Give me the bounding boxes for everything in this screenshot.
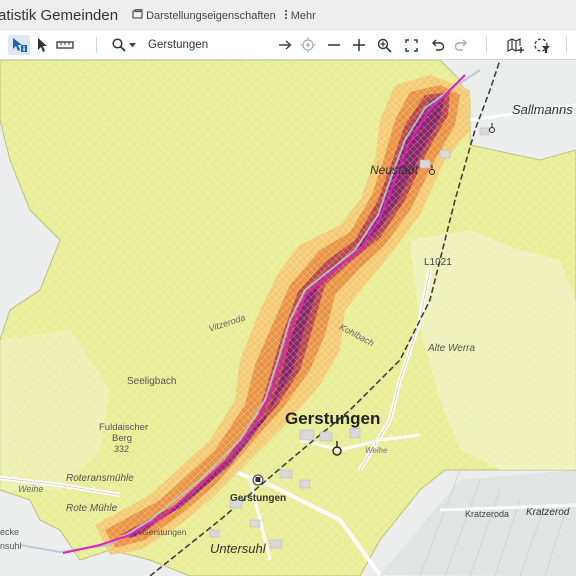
info-select-tool[interactable] [8, 35, 30, 55]
redo-button[interactable] [453, 35, 471, 55]
station-label-gerstungen: Gerstungen [230, 493, 287, 504]
search-input[interactable] [146, 38, 280, 52]
arrow-right-icon [278, 39, 292, 51]
redo-icon [455, 38, 469, 52]
zoom-in-button[interactable] [350, 35, 368, 55]
place-label-rote-muehle: Rote Mühle [66, 503, 118, 514]
place-label-kratzeroda-1: Kratzeroda [465, 509, 510, 519]
ruler-icon [56, 40, 74, 50]
place-label-sallmannshausen: Sallmanns [512, 102, 573, 117]
toolbar-divider [566, 37, 567, 53]
place-label-ecke: ecke [0, 527, 20, 537]
plus-icon [352, 38, 366, 52]
search-dropdown-caret-icon[interactable] [129, 42, 136, 48]
place-label-nsuhl: nsuhl [0, 541, 22, 551]
zoom-magnifier-icon [377, 38, 392, 53]
more-button[interactable]: Mehr [284, 9, 316, 23]
place-label-gerstungen: Gerstungen [285, 409, 381, 428]
map-plus-icon [507, 37, 525, 53]
display-properties-icon [132, 8, 143, 23]
hill-label-berg: Berg [112, 433, 133, 444]
filter-select-button[interactable] [532, 35, 552, 55]
map-toolbar [0, 31, 576, 60]
place-label-roteransmuehle: Roteransmühle [66, 473, 134, 484]
map-canvas[interactable] [0, 60, 576, 576]
display-properties-label: Darstellungseigenschaften [146, 9, 276, 22]
filter-select-icon [533, 37, 551, 54]
app-title: atistik Gemeinden [0, 7, 119, 24]
road-label-weihe: Weihe [18, 484, 44, 494]
zoom-search-button[interactable] [375, 35, 393, 55]
minus-icon [327, 38, 341, 52]
zoom-out-button[interactable] [325, 35, 343, 55]
go-button[interactable] [276, 35, 294, 55]
toolbar-divider [96, 37, 97, 53]
road-label-l1021: L1021 [424, 257, 452, 268]
undo-button[interactable] [428, 35, 446, 55]
select-tool[interactable] [34, 35, 50, 55]
train-station-icon [252, 474, 264, 486]
place-label-neustaedt: Neustädt [370, 163, 419, 177]
place-label-gerstungen-small: Gerstungen [142, 527, 187, 537]
fullscreen-icon [404, 38, 418, 52]
hill-height-label: 332 [114, 444, 130, 454]
place-label-seeligbach: Seeligbach [127, 376, 177, 387]
map-view[interactable]: Sallmanns Neustädt L1021 Alte Werra Vitz… [0, 60, 576, 576]
cursor-info-icon [10, 37, 28, 53]
toolbar-divider [486, 37, 487, 53]
search-box[interactable] [108, 34, 280, 56]
measure-tool[interactable] [55, 35, 75, 55]
place-label-untersuhl: Untersuhl [210, 541, 266, 556]
water-label-alte-werra: Alte Werra [428, 343, 476, 354]
more-dots-icon [284, 9, 288, 23]
more-label: Mehr [290, 9, 316, 22]
crosshair-icon [300, 37, 316, 53]
fullscreen-button[interactable] [402, 35, 420, 55]
magnifier-icon[interactable] [112, 38, 126, 52]
place-label-kratzeroda-2: Kratzerod [526, 507, 570, 518]
cursor-arrow-icon [36, 37, 48, 53]
title-bar: atistik Gemeinden Darstellungseigenschaf… [0, 0, 576, 32]
stream-label-weihe-2: Weihe [365, 446, 388, 455]
hill-label-fuldaischer: Fuldaischer [99, 422, 149, 433]
undo-icon [430, 38, 444, 52]
locate-button[interactable] [299, 35, 317, 55]
display-properties-button[interactable]: Darstellungseigenschaften [132, 8, 276, 23]
add-map-button[interactable] [506, 35, 526, 55]
